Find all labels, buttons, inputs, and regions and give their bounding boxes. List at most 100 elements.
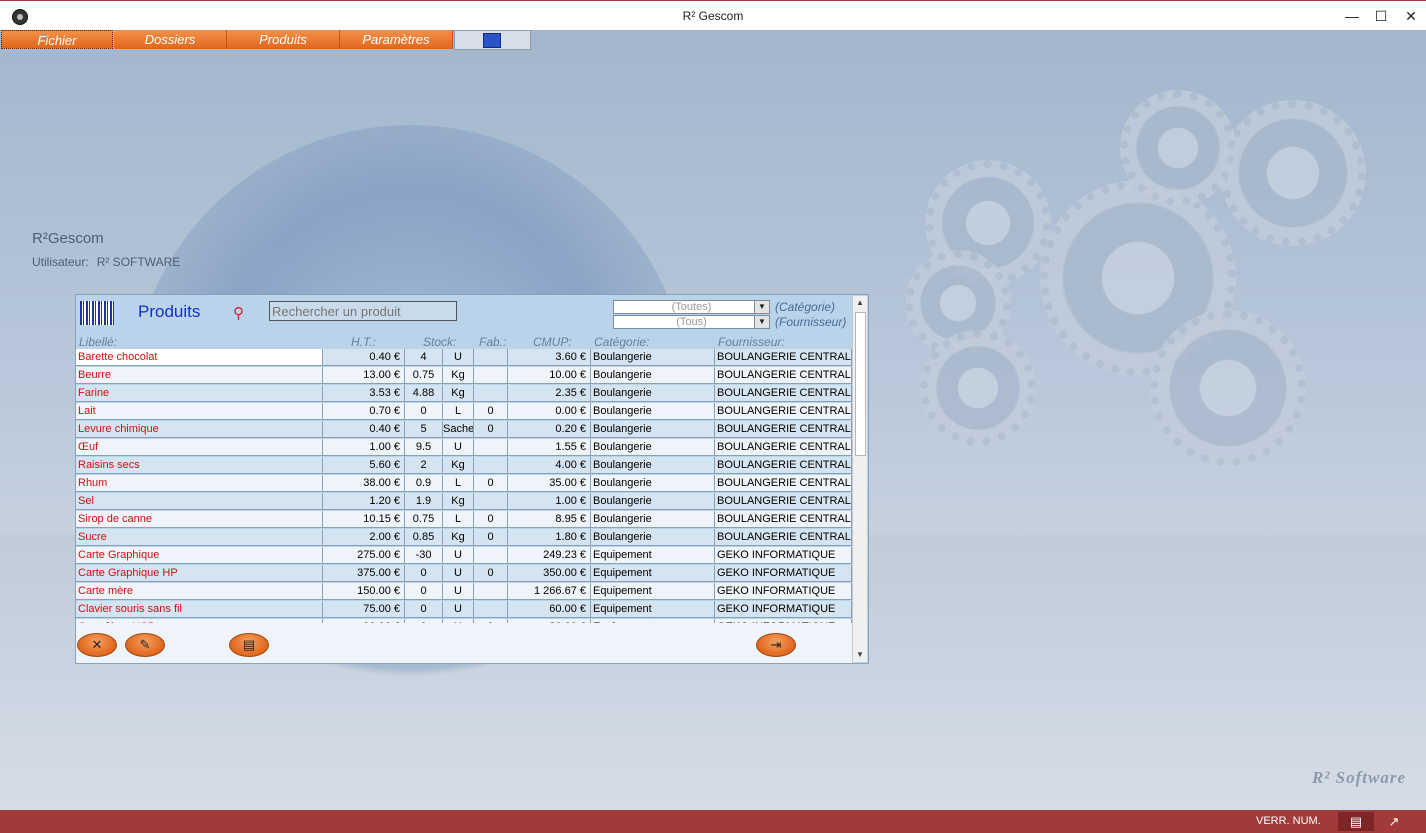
column-header-ht: H.T.: xyxy=(351,335,376,349)
cell-supplier: BOULANGERIE CENTRALE xyxy=(717,439,852,455)
barcode-icon xyxy=(80,301,114,325)
cell-category: Boulangerie xyxy=(591,403,715,419)
app-name: R²Gescom xyxy=(32,230,104,247)
minimize-button[interactable]: — xyxy=(1337,5,1367,27)
cell-price-ht: 2.00 € xyxy=(323,529,405,545)
form-view-icon[interactable]: ▤ xyxy=(1338,812,1374,831)
table-row[interactable]: Carte Graphique HP 375.00 €0 U 0 350.00 € Equ… xyxy=(76,565,852,582)
table-row[interactable]: Œuf 1.00 €9.5 U 1.55 € Boulangerie BOULANGERI… xyxy=(76,439,852,456)
supplier-filter[interactable]: (Tous) ▼ xyxy=(613,315,770,329)
table-row[interactable]: Sirop de canne 10.15 €0.75 L 0 8.95 € Boulang… xyxy=(76,511,852,528)
menu-dossiers[interactable]: Dossiers xyxy=(114,30,227,49)
table-row[interactable]: Carte mère 150.00 €0 U 1 266.67 € Equipement… xyxy=(76,583,852,600)
table-row[interactable]: Barette chocolat 0.40 €4 U 3.60 € Boulangeri… xyxy=(76,349,852,366)
category-filter[interactable]: (Toutes) ▼ xyxy=(613,300,770,314)
cell-supplier: GEKO INFORMATIQUE xyxy=(715,601,852,617)
scroll-thumb[interactable] xyxy=(855,312,866,456)
menu-fichier[interactable]: Fichier xyxy=(1,30,113,49)
cell-stock: 9.5 xyxy=(405,439,443,455)
table-row[interactable]: Rhum 38.00 €0.9 L 0 35.00 € Boulangerie BOULAN… xyxy=(76,475,852,492)
cell-name[interactable]: Sirop de canne xyxy=(76,511,323,527)
menu-parametres[interactable]: Paramètres xyxy=(340,30,453,49)
cell-name[interactable]: Farine xyxy=(76,385,323,401)
cell-name[interactable]: Raisins secs xyxy=(76,457,323,473)
cell-cmup: 4.00 € xyxy=(508,457,591,473)
menu-produits[interactable]: Produits xyxy=(227,30,340,49)
cell-unit: Kg xyxy=(443,367,474,383)
cell-category: Boulangerie xyxy=(591,421,715,437)
cell-unit: U xyxy=(443,583,474,599)
cell-fab: 0 xyxy=(474,475,508,491)
search-icon[interactable]: ⚲ xyxy=(233,305,251,323)
scroll-up-icon[interactable]: ▲ xyxy=(853,296,867,310)
export-button[interactable]: ▤ xyxy=(229,633,269,657)
cell-supplier: BOULANGERIE CENTRALE xyxy=(717,511,852,527)
table-row[interactable]: Sucre 2.00 €0.85 Kg 0 1.80 € Boulangerie BOULA… xyxy=(76,529,852,546)
cell-cmup: 249.23 € xyxy=(508,547,591,563)
cell-category: Boulangerie xyxy=(591,529,715,545)
cell-name[interactable]: Lait xyxy=(76,403,323,419)
cell-stock: 0.85 xyxy=(405,529,443,545)
table-row[interactable]: Carte Graphique 275.00 € -30 U 249.23 € Equip… xyxy=(76,547,852,564)
cell-name[interactable]: Clavier souris sans fil xyxy=(76,601,323,617)
cell-stock: 2 xyxy=(405,457,443,473)
column-header-name: Libellé: xyxy=(79,335,118,349)
cell-fab xyxy=(474,601,508,617)
cell-stock: 0.9 xyxy=(405,475,443,491)
cell-supplier: BOULANGERIE CENTRALE xyxy=(717,385,852,401)
chevron-down-icon[interactable]: ▼ xyxy=(754,316,769,328)
table-row[interactable]: Beurre 13.00 €0.75 Kg 10.00 € Boulangerie BOU… xyxy=(76,367,852,384)
cell-unit: Sachet xyxy=(443,421,474,437)
cell-unit: Kg xyxy=(443,457,474,473)
close-window-button[interactable]: ✕ xyxy=(1396,5,1426,27)
search-input[interactable] xyxy=(269,301,457,321)
cell-category: Boulangerie xyxy=(591,367,715,383)
status-bar: VERR. NUM. ▤ ↗ xyxy=(0,810,1426,833)
close-form-button[interactable]: ⇥ xyxy=(756,633,796,657)
cell-cmup: 350.00 € xyxy=(508,565,591,581)
table-row[interactable]: Farine 3.53 €4.88 Kg 2.35 € Boulangerie BOULA… xyxy=(76,385,852,402)
cell-stock: 0 xyxy=(405,565,443,581)
chevron-down-icon[interactable]: ▼ xyxy=(754,301,769,313)
add-product-button[interactable]: ✎ xyxy=(125,633,165,657)
table-row[interactable]: Sel 1.20 €1.9 Kg 1.00 € Boulangerie BOULANGER… xyxy=(76,493,852,510)
cell-name[interactable]: Levure chimique xyxy=(76,421,323,437)
brand-watermark: R² Software xyxy=(1311,768,1406,787)
scroll-down-icon[interactable]: ▼ xyxy=(853,648,867,662)
cell-unit: U xyxy=(443,601,474,617)
cell-unit: U xyxy=(443,547,474,563)
menu-windows-button[interactable] xyxy=(454,30,531,50)
cell-price-ht: 0.40 € xyxy=(323,349,405,365)
cell-cmup: 1.00 € xyxy=(508,493,591,509)
table-row[interactable]: Lait 0.70 €0 L 0 0.00 € Boulangerie BOULANGERI… xyxy=(76,403,852,420)
chart-view-icon[interactable]: ↗ xyxy=(1376,812,1412,831)
cell-name[interactable]: Carte mère xyxy=(76,583,323,599)
cell-name[interactable]: Sucre xyxy=(76,529,323,545)
table-row[interactable]: Raisins secs 5.60 €2 Kg 4.00 € Boulangerie BO… xyxy=(76,457,852,474)
products-form: Produits ⚲ (Toutes) ▼ (Catégorie) (Tous)… xyxy=(75,294,869,664)
cell-name[interactable]: Rhum xyxy=(76,475,323,491)
table-row[interactable]: Clavier souris sans fil 75.00 €0 U 60.00 € E… xyxy=(76,601,852,618)
cell-name[interactable]: Barette chocolat xyxy=(76,349,323,365)
cell-name[interactable]: Sel xyxy=(76,493,323,509)
table-row[interactable]: Levure chimique 0.40 €5 Sachet 0 0.20 € Boula… xyxy=(76,421,852,438)
cell-fab xyxy=(474,349,508,365)
cell-unit: Kg xyxy=(443,385,474,401)
cell-name[interactable]: Carte Graphique HP xyxy=(76,565,323,581)
cell-category: Boulangerie xyxy=(591,493,715,509)
cell-fab: 0 xyxy=(474,529,508,545)
cell-unit: L xyxy=(443,511,474,527)
cell-price-ht: 0.40 € xyxy=(323,421,405,437)
user-info: Utilisateur: R² SOFTWARE xyxy=(32,255,180,269)
maximize-button[interactable]: ☐ xyxy=(1366,5,1396,27)
cell-supplier: BOULANGERIE CENTRALE xyxy=(717,475,852,491)
cell-name[interactable]: Œuf xyxy=(76,439,323,455)
user-value: R² SOFTWARE xyxy=(96,255,181,269)
grid-scrollbar[interactable]: ▲ ▼ xyxy=(852,296,867,662)
cell-name[interactable]: Carte Graphique xyxy=(76,547,323,563)
cell-unit: U xyxy=(443,349,474,365)
cell-category: Boulangerie xyxy=(591,457,715,473)
cell-name[interactable]: Beurre xyxy=(76,367,323,383)
cell-price-ht: 150.00 € xyxy=(323,583,405,599)
delete-button[interactable]: ✕ xyxy=(77,633,117,657)
